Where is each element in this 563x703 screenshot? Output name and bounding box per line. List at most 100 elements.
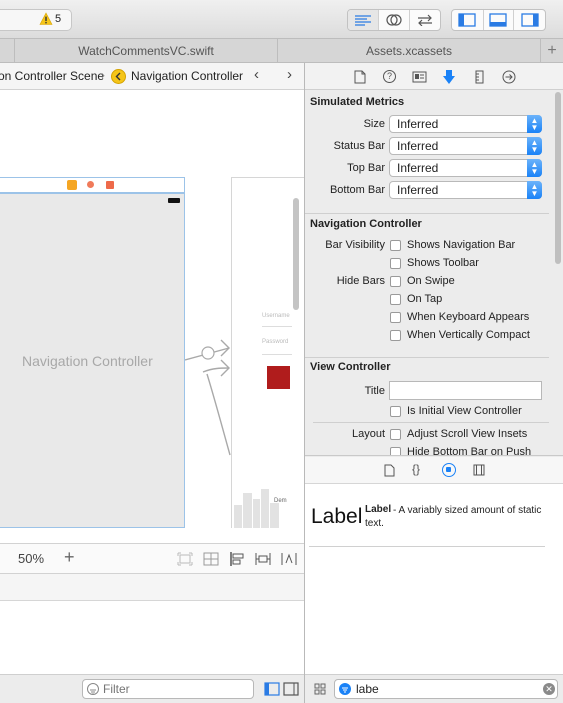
assistant-editor-icon[interactable] (379, 10, 410, 30)
resolve-issues-icon[interactable] (281, 552, 297, 569)
outline-filter-field[interactable] (82, 679, 254, 699)
object-library-icon[interactable] (442, 463, 456, 477)
when-vertically-compact-checkbox[interactable]: When Vertically Compact (390, 329, 530, 341)
grid-view-icon[interactable] (314, 683, 326, 698)
warning-count: 5 (55, 13, 62, 25)
tab-watchcommentsvc[interactable]: WatchCommentsVC.swift (15, 39, 278, 63)
next-issue-icon[interactable]: › (287, 66, 292, 83)
navigation-controller-title: Navigation Controller (310, 218, 422, 230)
checkbox-box[interactable] (390, 428, 401, 440)
bottom-bar-popup[interactable]: Inferred ▲ ▼ (389, 181, 542, 199)
canvas-zoom-bar: 50% + (0, 543, 305, 574)
initial-view-controller-checkbox[interactable]: Is Initial View Controller (390, 405, 522, 417)
username-field-preview: Username (262, 313, 290, 319)
attributes-inspector-icon[interactable] (442, 69, 456, 88)
hide-bottom-bar-checkbox[interactable]: Hide Bottom Bar on Push (390, 446, 532, 456)
title-field[interactable] (389, 381, 542, 400)
pin-icon[interactable] (255, 552, 271, 569)
clear-search-icon[interactable]: ✕ (543, 683, 555, 695)
checkbox-box[interactable] (390, 329, 401, 341)
checkbox-box[interactable] (390, 257, 401, 269)
object-library-dot (446, 467, 451, 472)
navigation-controller-scene[interactable]: Navigation Controller (0, 193, 185, 528)
popup-arrow-icon: ▲ ▼ (527, 115, 542, 133)
outline-filter-input[interactable] (103, 681, 248, 697)
version-editor-icon[interactable] (410, 10, 440, 30)
login-scene-edge[interactable] (231, 177, 305, 193)
lower-canvas-area (0, 601, 305, 674)
checkbox-box[interactable] (390, 275, 401, 287)
hide-bars-label: Hide Bars (336, 275, 385, 287)
embed-in-stack-icon[interactable] (177, 552, 193, 569)
shows-toolbar-checkbox[interactable]: Shows Toolbar (390, 257, 479, 269)
library-search-value[interactable]: labe (356, 680, 379, 698)
scene-dock (0, 177, 185, 193)
password-field-preview: Password (262, 339, 289, 345)
section-divider (305, 213, 549, 214)
size-inspector-icon[interactable] (475, 70, 484, 87)
checkbox-label: When Keyboard Appears (407, 311, 530, 323)
editor-mode-control[interactable] (347, 9, 441, 31)
checkbox-box[interactable] (390, 293, 401, 305)
file-template-icon[interactable] (384, 464, 395, 480)
utilities-toggle-icon[interactable] (514, 10, 545, 30)
zoom-level[interactable]: 50% (18, 551, 44, 566)
status-bar-popup[interactable]: Inferred ▲ ▼ (389, 137, 542, 155)
library-item-label[interactable]: Label Label - A variably sized amount of… (309, 484, 545, 547)
top-bar-popup[interactable]: Inferred ▲ ▼ (389, 159, 542, 177)
shows-navigation-bar-checkbox[interactable]: Shows Navigation Bar (390, 239, 515, 251)
warning-icon[interactable] (39, 12, 53, 26)
code-snippet-icon[interactable]: {} (412, 462, 420, 476)
previous-issue-icon[interactable]: ‹ (254, 66, 259, 83)
identity-inspector-icon[interactable] (412, 71, 427, 86)
inspector-scrollbar[interactable] (555, 92, 561, 264)
debug-area-toggle-icon[interactable] (484, 10, 515, 30)
editor-tab-bar: WatchCommentsVC.swift Assets.xcassets + (0, 39, 563, 63)
media-library-icon[interactable] (473, 464, 485, 479)
show-outline-icon[interactable] (264, 682, 280, 699)
tab-stub[interactable] (0, 39, 15, 63)
exit-icon[interactable] (106, 181, 114, 189)
nav-controller-dock-icon[interactable] (67, 180, 77, 190)
hide-outline-icon[interactable] (283, 682, 299, 699)
connections-inspector-icon[interactable] (502, 70, 516, 87)
tab-label: Assets.xcassets (365, 44, 453, 58)
checkbox-label: Hide Bottom Bar on Push (407, 446, 532, 456)
status-bar-battery-icon (168, 198, 180, 203)
simulated-metrics-title: Simulated Metrics (310, 96, 405, 108)
checkbox-box[interactable] (390, 311, 401, 323)
breadcrumb-current[interactable]: Navigation Controller (131, 69, 243, 83)
library-selector-bar: {} (305, 457, 563, 484)
storyboard-canvas[interactable]: Navigation Controller Username Password … (0, 90, 305, 543)
navigator-toggle-icon[interactable] (452, 10, 484, 30)
library-search-field[interactable]: labe ✕ (334, 679, 558, 699)
add-tab-button[interactable]: + (541, 39, 563, 63)
stack-view-icon[interactable] (203, 552, 219, 569)
standard-editor-icon[interactable] (348, 10, 380, 30)
scene-label: Navigation Controller (22, 353, 153, 369)
section-divider (313, 422, 549, 423)
quick-help-icon[interactable]: ? (383, 70, 396, 83)
on-tap-checkbox[interactable]: On Tap (390, 293, 442, 305)
panel-toggle-control[interactable] (451, 9, 546, 31)
checkbox-box[interactable] (390, 446, 401, 455)
when-keyboard-appears-checkbox[interactable]: When Keyboard Appears (390, 311, 529, 323)
adjust-scroll-view-insets-checkbox[interactable]: Adjust Scroll View Insets (390, 428, 527, 440)
relationship-segue-arrows (185, 339, 231, 456)
breadcrumb-scene[interactable]: on Controller Scene (0, 69, 104, 83)
first-responder-icon[interactable] (87, 181, 94, 188)
size-popup[interactable]: Inferred ▲ ▼ (389, 115, 542, 133)
library-filter-bar: labe ✕ (305, 674, 563, 703)
checkbox-box[interactable] (390, 239, 401, 251)
breadcrumb-separator-icon: › (101, 68, 105, 82)
file-inspector-icon[interactable] (354, 70, 366, 87)
canvas-scrollbar[interactable] (293, 198, 299, 310)
field-divider (262, 326, 292, 327)
popup-arrow-icon: ▲ ▼ (527, 181, 542, 199)
align-icon[interactable] (229, 552, 245, 569)
checkbox-box[interactable] (390, 405, 401, 417)
tab-assets[interactable]: Assets.xcassets (278, 39, 541, 63)
demo-text-preview: Dem (274, 498, 287, 504)
on-swipe-checkbox[interactable]: On Swipe (390, 275, 455, 287)
zoom-in-icon[interactable]: + (64, 547, 75, 568)
